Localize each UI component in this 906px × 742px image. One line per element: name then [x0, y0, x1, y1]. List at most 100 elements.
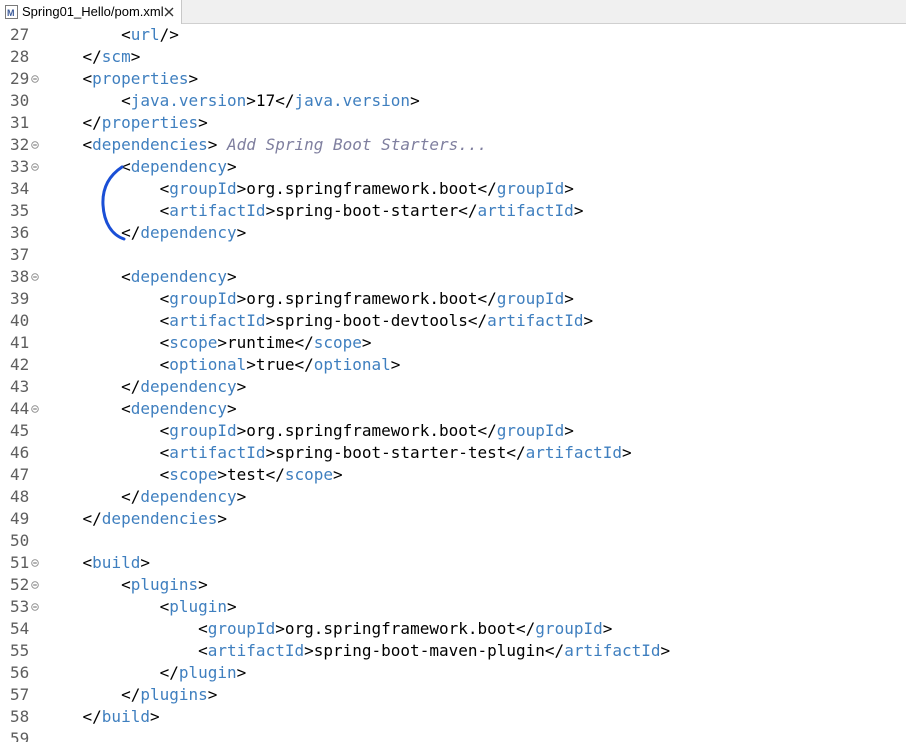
xml-text: </ — [121, 685, 141, 704]
code-line[interactable]: 29 <properties> — [0, 68, 906, 90]
fold-toggle-icon[interactable] — [31, 405, 39, 413]
fold-toggle-icon[interactable] — [31, 273, 39, 281]
xml-tag-name: plugin — [169, 597, 228, 616]
code-line[interactable]: 27 <url/> — [0, 24, 906, 46]
code-editor[interactable]: 27 <url/> 28 </scm> 29 <properties> 30 <jav… — [0, 24, 906, 742]
code-line[interactable]: 33 <dependency> — [0, 156, 906, 178]
xml-tag-name: dependency — [130, 399, 228, 418]
line-number: 43 — [10, 377, 30, 396]
xml-text: > — [140, 553, 150, 572]
xml-tag-name: groupId — [496, 421, 565, 440]
xml-text: > — [361, 333, 372, 352]
fold-toggle-icon[interactable] — [31, 163, 39, 171]
xml-tag-name: dependency — [130, 157, 228, 176]
line-number: 48 — [10, 487, 30, 506]
xml-text: < — [159, 311, 170, 330]
xml-text: >spring-boot-starter</ — [265, 201, 478, 220]
xml-text: > — [227, 157, 237, 176]
xml-text: < — [159, 289, 170, 308]
xml-text: > — [390, 355, 401, 374]
code-text: <dependency> — [44, 156, 237, 178]
code-line[interactable]: 52 <plugins> — [0, 574, 906, 596]
xml-text: < — [121, 399, 131, 418]
svg-text:M: M — [7, 8, 15, 18]
code-line[interactable]: 51 <build> — [0, 552, 906, 574]
code-line[interactable]: 28 </scm> — [0, 46, 906, 68]
code-line[interactable]: 39 <groupId>org.springframework.boot</gr… — [0, 288, 906, 310]
fold-toggle-icon[interactable] — [31, 141, 39, 149]
code-line[interactable]: 40 <artifactId>spring-boot-devtools</art… — [0, 310, 906, 332]
line-number: 56 — [10, 663, 30, 682]
code-line[interactable]: 44 <dependency> — [0, 398, 906, 420]
code-line[interactable]: 38 <dependency> — [0, 266, 906, 288]
code-line[interactable]: 35 <artifactId>spring-boot-starter</arti… — [0, 200, 906, 222]
line-number: 38 — [10, 267, 30, 286]
xml-text: > — [227, 597, 237, 616]
code-text: <scope>test</scope> — [44, 464, 343, 486]
fold-toggle-icon[interactable] — [31, 75, 39, 83]
tab-pom-xml[interactable]: M Spring01_Hello/pom.xml — [0, 0, 182, 24]
line-number: 52 — [10, 575, 30, 594]
code-line[interactable]: 32 <dependencies> Add Spring Boot Starte… — [0, 134, 906, 156]
code-line[interactable]: 48 </dependency> — [0, 486, 906, 508]
code-text: <groupId>org.springframework.boot</group… — [44, 288, 574, 310]
code-line[interactable]: 54 <groupId>org.springframework.boot</gr… — [0, 618, 906, 640]
line-number: 40 — [10, 311, 30, 330]
xml-text: < — [121, 25, 131, 44]
code-line[interactable]: 47 <scope>test</scope> — [0, 464, 906, 486]
code-text: </properties> — [44, 112, 208, 134]
line-number: 59 — [10, 729, 30, 742]
code-line[interactable]: 31 </properties> — [0, 112, 906, 134]
close-icon[interactable] — [163, 6, 175, 18]
code-line[interactable]: 50 — [0, 530, 906, 552]
code-line[interactable]: 56 </plugin> — [0, 662, 906, 684]
xml-tag-name: dependency — [140, 223, 237, 242]
xml-text: </ — [159, 663, 179, 682]
line-number: 42 — [10, 355, 30, 374]
code-text: <groupId>org.springframework.boot</group… — [44, 420, 574, 442]
code-line[interactable]: 36 </dependency> — [0, 222, 906, 244]
xml-tag-name: plugins — [140, 685, 208, 704]
xml-text: > — [236, 663, 247, 682]
code-line[interactable]: 57 </plugins> — [0, 684, 906, 706]
xml-tag-name: groupId — [207, 619, 276, 638]
fold-toggle-icon[interactable] — [31, 559, 39, 567]
code-line[interactable]: 55 <artifactId>spring-boot-maven-plugin<… — [0, 640, 906, 662]
xml-text: /> — [159, 25, 179, 44]
line-number: 34 — [10, 179, 30, 198]
code-line[interactable]: 30 <java.version>17</java.version> — [0, 90, 906, 112]
code-line[interactable]: 49 </dependencies> — [0, 508, 906, 530]
line-number: 27 — [10, 25, 30, 44]
line-number: 33 — [10, 157, 30, 176]
code-text: <plugins> — [44, 574, 208, 596]
xml-tag-name: java.version — [294, 91, 411, 110]
code-line[interactable]: 37 — [0, 244, 906, 266]
xml-text: < — [159, 179, 170, 198]
line-number: 47 — [10, 465, 30, 484]
code-line[interactable]: 59 — [0, 728, 906, 742]
xml-text: > — [198, 575, 208, 594]
code-line[interactable]: 46 <artifactId>spring-boot-starter-test<… — [0, 442, 906, 464]
code-line[interactable]: 41 <scope>runtime</scope> — [0, 332, 906, 354]
code-line[interactable]: 53 <plugin> — [0, 596, 906, 618]
code-line[interactable]: 58 </build> — [0, 706, 906, 728]
fold-toggle-icon[interactable] — [31, 603, 39, 611]
xml-tag-name: scope — [169, 465, 218, 484]
code-line[interactable]: 42 <optional>true</optional> — [0, 354, 906, 376]
code-line[interactable]: 43 </dependency> — [0, 376, 906, 398]
line-number: 35 — [10, 201, 30, 220]
code-text: <dependency> — [44, 398, 237, 420]
xml-text: < — [82, 69, 93, 88]
code-text: </dependencies> — [44, 508, 228, 530]
xml-text: </ — [121, 377, 141, 396]
xml-text: < — [82, 553, 93, 572]
code-line[interactable]: 45 <groupId>org.springframework.boot</gr… — [0, 420, 906, 442]
xml-tag-name: groupId — [496, 179, 565, 198]
xml-tag-name: dependency — [140, 377, 237, 396]
code-line[interactable]: 34 <groupId>org.springframework.boot</gr… — [0, 178, 906, 200]
xml-tag-name: groupId — [535, 619, 603, 638]
fold-toggle-icon[interactable] — [31, 581, 39, 589]
xml-text: < — [198, 641, 208, 660]
code-text: <artifactId>spring-boot-maven-plugin</ar… — [44, 640, 670, 662]
line-number: 29 — [10, 69, 30, 88]
